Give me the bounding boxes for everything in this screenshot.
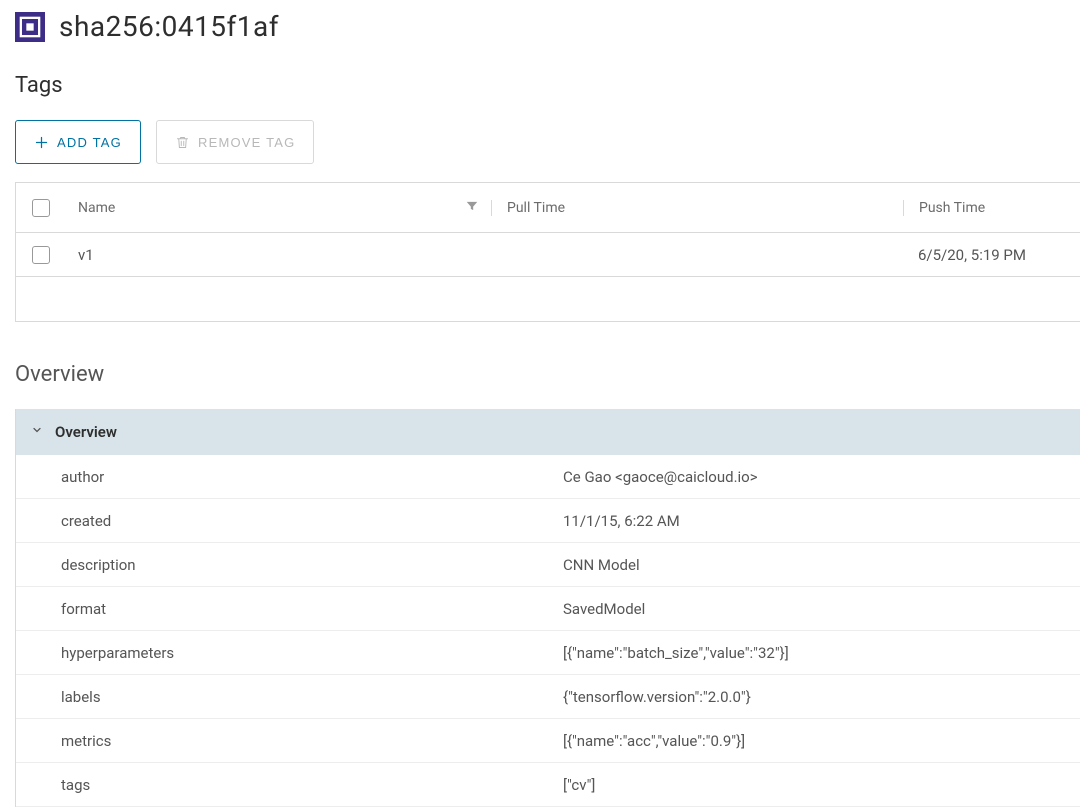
kv-key: metrics: [61, 732, 563, 750]
table-header-row: Name Pull Time Push Time: [16, 183, 1080, 233]
tags-heading: Tags: [15, 73, 1080, 98]
kv-value: SavedModel: [563, 600, 1080, 618]
kv-value: Ce Gao <gaoce@caicloud.io>: [563, 468, 1080, 486]
kv-value: [{"name":"batch_size","value":"32"}]: [563, 644, 1080, 662]
kv-row-author: author Ce Gao <gaoce@caicloud.io>: [16, 455, 1080, 499]
kv-row-created: created 11/1/15, 6:22 AM: [16, 499, 1080, 543]
table-footer: [16, 277, 1080, 321]
column-name-header[interactable]: Name: [78, 200, 115, 216]
kv-key: description: [61, 556, 563, 574]
kv-value: CNN Model: [563, 556, 1080, 574]
kv-key: labels: [61, 688, 563, 706]
remove-tag-label: REMOVE TAG: [198, 135, 295, 150]
add-tag-label: ADD TAG: [57, 135, 122, 150]
page-header: sha256:0415f1af: [15, 10, 1080, 43]
kv-row-labels: labels {"tensorflow.version":"2.0.0"}: [16, 675, 1080, 719]
trash-icon: [175, 135, 190, 150]
remove-tag-button: REMOVE TAG: [156, 120, 314, 164]
row-checkbox[interactable]: [32, 246, 50, 264]
kv-key: hyperparameters: [61, 644, 563, 662]
kv-value: [{"name":"acc","value":"0.9"}]: [563, 732, 1080, 750]
kv-row-format: format SavedModel: [16, 587, 1080, 631]
overview-panel-body: author Ce Gao <gaoce@caicloud.io> create…: [15, 455, 1080, 807]
overview-heading: Overview: [15, 362, 1080, 387]
chevron-down-icon: [31, 424, 43, 440]
column-pull-time-header[interactable]: Pull Time: [507, 200, 565, 216]
row-push-time-value: 6/5/20, 5:19 PM: [918, 246, 1026, 264]
column-push-time-header[interactable]: Push Time: [919, 200, 985, 216]
kv-key: format: [61, 600, 563, 618]
kv-key: created: [61, 512, 563, 530]
kv-value: ["cv"]: [563, 776, 1080, 794]
kv-row-description: description CNN Model: [16, 543, 1080, 587]
add-tag-button[interactable]: ADD TAG: [15, 120, 141, 164]
kv-key: author: [61, 468, 563, 486]
kv-value: {"tensorflow.version":"2.0.0"}: [563, 688, 1080, 706]
overview-panel-label: Overview: [55, 423, 117, 441]
table-row[interactable]: v1 6/5/20, 5:19 PM: [16, 233, 1080, 277]
kv-key: tags: [61, 776, 563, 794]
app-logo-icon: [15, 12, 45, 42]
overview-panel-toggle[interactable]: Overview: [15, 409, 1080, 455]
kv-row-hyperparameters: hyperparameters [{"name":"batch_size","v…: [16, 631, 1080, 675]
filter-icon[interactable]: [465, 199, 479, 217]
row-name-value: v1: [78, 246, 94, 264]
select-all-checkbox[interactable]: [32, 199, 50, 217]
kv-value: 11/1/15, 6:22 AM: [563, 512, 1080, 530]
kv-row-metrics: metrics [{"name":"acc","value":"0.9"}]: [16, 719, 1080, 763]
tags-table: Name Pull Time Push Time v1: [15, 182, 1080, 322]
kv-row-tags: tags ["cv"]: [16, 763, 1080, 807]
plus-icon: [34, 135, 49, 150]
page-title: sha256:0415f1af: [59, 10, 279, 43]
